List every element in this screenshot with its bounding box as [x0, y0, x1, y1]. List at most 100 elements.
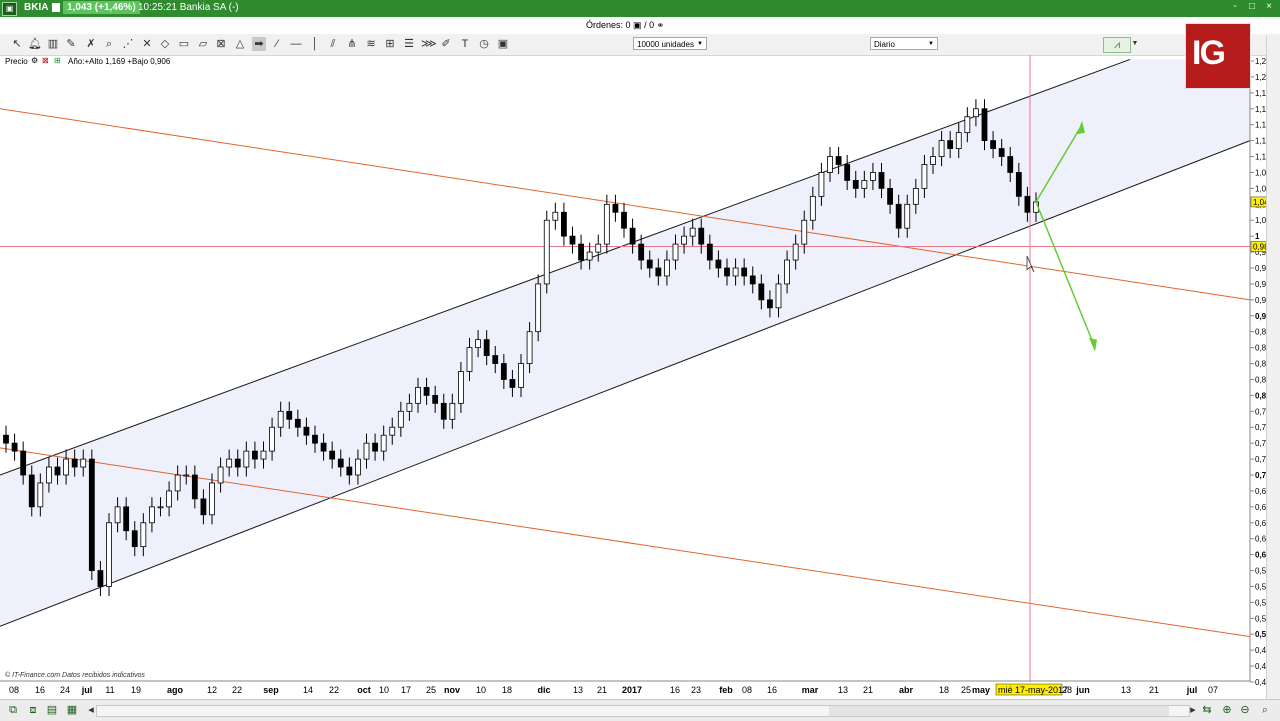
- candle-body: [80, 458, 87, 468]
- horizontal-line-icon[interactable]: —: [289, 37, 303, 51]
- price-chart[interactable]: 1,221,21,181,161,141,121,11,081,061,041,…: [0, 55, 1280, 699]
- candle-body: [397, 410, 404, 428]
- candle-body: [286, 410, 293, 420]
- arrow-icon[interactable]: ➡: [252, 37, 266, 51]
- candle-body: [938, 140, 945, 157]
- candle-body: [569, 235, 576, 245]
- print-icon[interactable]: ▤: [45, 703, 59, 717]
- candle-body: [500, 363, 507, 380]
- candle-body: [758, 283, 765, 301]
- candle-body: [912, 187, 919, 205]
- rectangle-icon[interactable]: ▭: [177, 37, 191, 51]
- candle-body: [895, 203, 902, 229]
- chart-type-icon[interactable]: ⩘: [1103, 37, 1131, 53]
- fit-chart-icon[interactable]: ⇆: [1200, 703, 1214, 717]
- cursor-icon[interactable]: ↖: [10, 37, 24, 51]
- workspace-icon[interactable]: ⧈: [26, 703, 40, 717]
- orders-count: Órdenes: 0: [586, 20, 631, 30]
- fit-icon[interactable]: ⊠: [214, 37, 228, 51]
- candle-body: [543, 219, 550, 285]
- candle-body: [998, 148, 1005, 157]
- candle-body: [252, 450, 258, 460]
- units-select-value: 10000 unidades: [637, 40, 694, 49]
- units-select[interactable]: 10000 unidades ▼: [633, 37, 707, 50]
- x-tick-label: 25: [961, 685, 971, 695]
- candle-body: [389, 426, 396, 436]
- scroll-right-icon[interactable]: ▸: [1186, 703, 1200, 717]
- chart-window-icon[interactable]: ▣: [2, 2, 17, 16]
- wave-icon[interactable]: ⋙: [421, 37, 437, 51]
- zoom-in-icon[interactable]: ⊕: [1220, 703, 1234, 717]
- x-tick-label: 18: [939, 685, 949, 695]
- retracement-icon[interactable]: ☰: [402, 37, 416, 51]
- magnify-icon[interactable]: ⌕: [1258, 703, 1272, 717]
- chevron-down-icon: ▼: [697, 41, 703, 47]
- candle-body: [809, 195, 816, 221]
- candle-body: [406, 402, 413, 412]
- scroll-thumb[interactable]: [829, 706, 1169, 716]
- x-tick-label: 08: [9, 685, 19, 695]
- candle-body: [71, 458, 78, 468]
- candle-body: [3, 434, 9, 444]
- candle-body: [990, 140, 996, 149]
- orders-link-icon[interactable]: ⚭: [657, 20, 665, 30]
- text-icon[interactable]: T: [458, 37, 472, 51]
- candle-body: [818, 172, 825, 197]
- line-icon[interactable]: ⁄: [270, 37, 284, 51]
- price-change-badge: 1,043 (+1,46%): [63, 1, 140, 14]
- candle-body: [681, 235, 687, 245]
- vertical-scrollbar[interactable]: [1266, 36, 1280, 699]
- candle-body: [844, 164, 851, 181]
- maximize-button[interactable]: □: [1245, 1, 1259, 12]
- fan-icon[interactable]: ⊞: [383, 37, 397, 51]
- candle-body: [689, 227, 696, 237]
- vertical-line-icon[interactable]: │: [308, 37, 322, 51]
- gann-icon[interactable]: ≋: [364, 37, 378, 51]
- candle-body: [114, 506, 121, 524]
- triangle-icon[interactable]: △: [233, 37, 247, 51]
- period-select[interactable]: Diario ▼: [870, 37, 938, 50]
- data-source-note: © IT-Finance.com Datos recibidos indicat…: [5, 672, 145, 679]
- x-tick-label: oct: [357, 685, 371, 695]
- candle-body: [852, 180, 859, 189]
- candle-body: [964, 116, 971, 134]
- chevron-down-icon[interactable]: ▼: [1128, 37, 1142, 51]
- x-tick-label: 13: [1121, 685, 1131, 695]
- minimize-button[interactable]: -: [1228, 1, 1242, 12]
- candle-body: [724, 267, 730, 277]
- crosshair-icon[interactable]: ✕: [140, 37, 154, 51]
- chart-icon[interactable]: ▦: [65, 703, 79, 717]
- x-tick-label: sep: [263, 685, 279, 695]
- candle-body: [303, 426, 310, 436]
- candle-body: [904, 203, 911, 229]
- y-tick-label: 0,8: [1255, 391, 1267, 400]
- orders-reset-icon[interactable]: ▣: [633, 20, 642, 30]
- x-tick-label: 11: [105, 685, 114, 695]
- trash-icon[interactable]: ▥: [46, 37, 60, 51]
- channel-icon[interactable]: ⫽: [326, 37, 340, 51]
- x-tick-label: nov: [444, 685, 460, 695]
- candle-body: [586, 251, 593, 261]
- diamond-icon[interactable]: ◇: [158, 37, 172, 51]
- wrench-icon[interactable]: ✗: [84, 37, 98, 51]
- horizontal-scrollbar[interactable]: [96, 705, 1190, 717]
- ellipse-icon[interactable]: ▱: [196, 37, 210, 51]
- pencil-icon[interactable]: ✎: [64, 37, 78, 51]
- x-tick-label: 13: [838, 685, 848, 695]
- orders-count-2: / 0: [644, 20, 655, 30]
- x-tick-label: 17: [401, 685, 411, 695]
- candle-body: [183, 474, 190, 477]
- x-tick-label: mar: [802, 685, 819, 695]
- fibonacci-icon[interactable]: ⋰: [121, 37, 135, 51]
- label-icon[interactable]: ▣: [496, 37, 510, 51]
- pitchfork-icon[interactable]: ⋔: [345, 37, 359, 51]
- layout-icon[interactable]: ⧉: [6, 703, 20, 717]
- close-button[interactable]: ×: [1262, 1, 1276, 12]
- candle-body: [380, 434, 387, 452]
- pen-icon[interactable]: ✐: [439, 37, 453, 51]
- zoom-icon[interactable]: ⌕: [102, 37, 116, 51]
- candle-body: [149, 506, 155, 524]
- timer-icon[interactable]: ◷: [477, 37, 491, 51]
- zoom-out-icon[interactable]: ⊖: [1238, 703, 1252, 717]
- bell-icon[interactable]: 🔔︎: [28, 37, 42, 51]
